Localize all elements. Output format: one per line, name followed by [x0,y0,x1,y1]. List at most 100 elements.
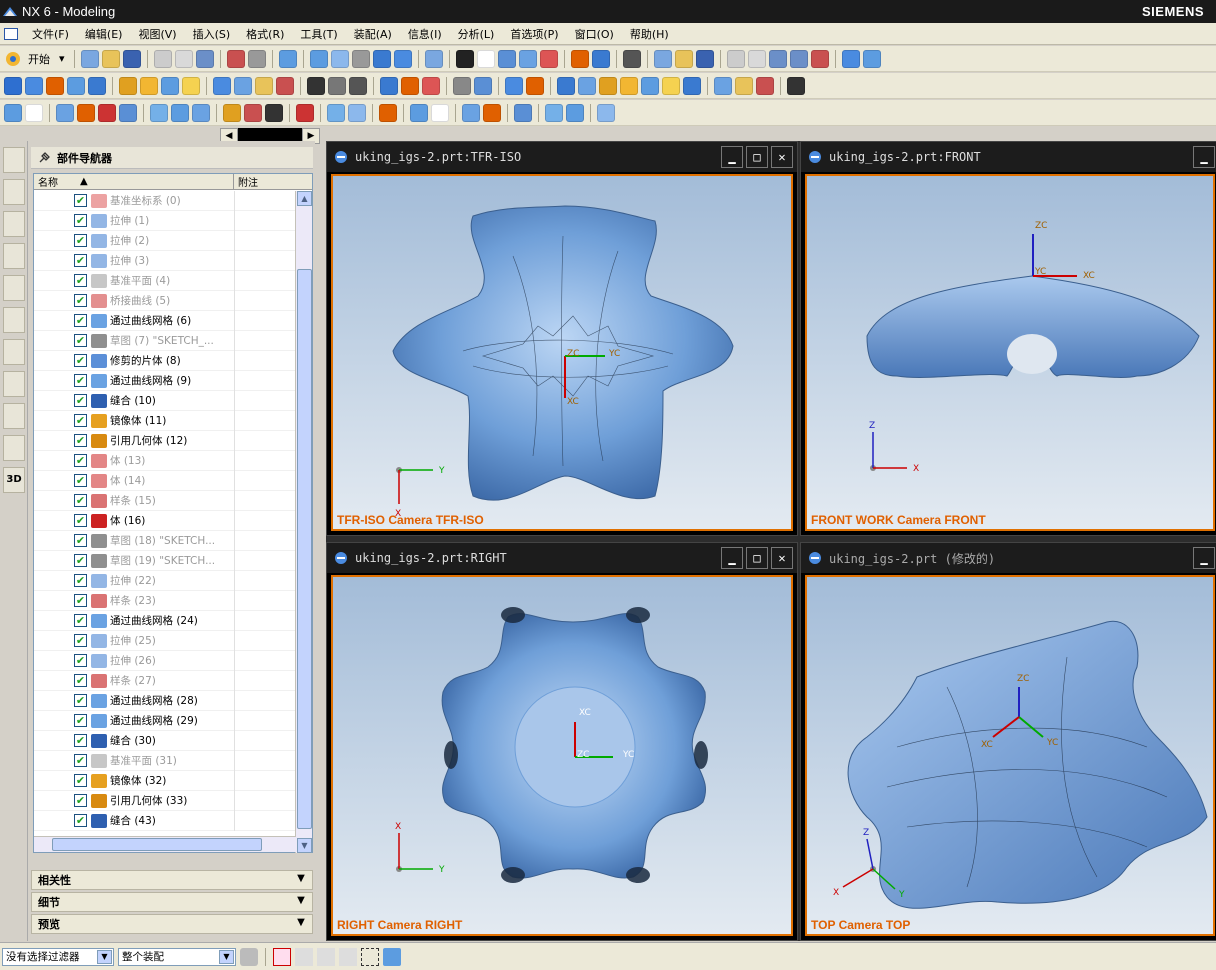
divide-curve-icon[interactable] [431,103,449,122]
sphere-icon[interactable] [182,76,200,95]
visibility-checkbox[interactable]: ✔ [74,734,87,747]
visibility-checkbox[interactable]: ✔ [74,494,87,507]
visibility-checkbox[interactable]: ✔ [74,754,87,767]
column-note-header[interactable]: 附注 [234,174,296,189]
swept-icon[interactable] [98,103,116,122]
hscroll-thumb[interactable] [52,838,262,851]
minimize-icon[interactable]: ▁ [721,146,743,168]
extract-geometry-icon[interactable] [296,103,314,122]
visibility-checkbox[interactable]: ✔ [74,594,87,607]
curve-icon[interactable] [768,49,787,68]
pin-icon[interactable] [37,151,51,165]
offset-surface-icon[interactable] [223,103,241,122]
select-faces-icon[interactable] [317,947,335,966]
visibility-checkbox[interactable]: ✔ [74,334,87,347]
text-icon[interactable] [641,76,659,95]
tree-row[interactable]: ✔ 通过曲线网格 (9) [34,371,296,391]
scroll-up-arrow-icon[interactable]: ▲ [297,191,312,206]
copy-icon[interactable] [174,49,193,68]
visibility-checkbox[interactable]: ✔ [74,514,87,527]
analysis-icon[interactable] [862,49,881,68]
chamfer-icon[interactable] [328,76,346,95]
undo-selection-icon[interactable] [295,947,313,966]
details-panel[interactable]: 细节 ▼ [31,892,313,912]
tree-row[interactable]: ✔ 拉伸 (22) [34,571,296,591]
menu-view[interactable]: 视图(V) [130,26,184,42]
reflection-icon[interactable] [545,103,563,122]
visibility-checkbox[interactable]: ✔ [74,554,87,567]
x-form-icon[interactable] [462,103,480,122]
palette-tab[interactable] [3,339,25,365]
new-file-icon[interactable] [80,49,99,68]
tree-row[interactable]: ✔ 基准平面 (4) [34,271,296,291]
boss-icon[interactable] [234,76,252,95]
part-navigator-tab[interactable] [3,179,25,205]
tree-row[interactable]: ✔ 缝合 (43) [34,811,296,831]
start-dropdown-icon[interactable]: ▾ [56,52,68,65]
select-rectangle-icon[interactable] [361,947,379,966]
visibility-checkbox[interactable]: ✔ [74,214,87,227]
maximize-icon[interactable]: □ [746,547,768,569]
paste-icon[interactable] [195,49,214,68]
visibility-checkbox[interactable]: ✔ [74,394,87,407]
sew-icon[interactable] [327,103,345,122]
menu-file[interactable]: 文件(F) [24,26,77,42]
filter-icon[interactable] [747,49,766,68]
selection-scope-select[interactable]: 整个装配 ▼ [118,947,236,966]
visibility-checkbox[interactable]: ✔ [74,674,87,687]
mirror-icon[interactable] [526,76,544,95]
tree-row[interactable]: ✔ 拉伸 (26) [34,651,296,671]
tree-row[interactable]: ✔ 样条 (27) [34,671,296,691]
tree-row[interactable]: ✔ 缝合 (30) [34,731,296,751]
orient-view-icon[interactable] [393,49,412,68]
tree-row[interactable]: ✔ 引用几何体 (12) [34,431,296,451]
dependencies-panel[interactable]: 相关性 ▼ [31,870,313,890]
visibility-checkbox[interactable]: ✔ [74,574,87,587]
trim-sheet-icon[interactable] [244,103,262,122]
surface-analysis-icon[interactable] [787,76,805,95]
line-icon[interactable] [810,49,829,68]
roles-tab[interactable] [3,403,25,429]
circle-icon[interactable] [599,76,617,95]
visibility-checkbox[interactable]: ✔ [74,694,87,707]
visibility-checkbox[interactable]: ✔ [74,374,87,387]
visibility-checkbox[interactable]: ✔ [74,194,87,207]
tree-row[interactable]: ✔ 镜像体 (32) [34,771,296,791]
3d-tab[interactable]: 3D [3,467,25,493]
tree-row[interactable]: ✔ 通过曲线网格 (28) [34,691,296,711]
subtract-icon[interactable] [401,76,419,95]
tree-row[interactable]: ✔ 通过曲线网格 (29) [34,711,296,731]
web-browser-tab[interactable] [3,243,25,269]
visibility-checkbox[interactable]: ✔ [74,534,87,547]
trim-body-icon[interactable] [474,76,492,95]
body-select-icon[interactable] [383,947,401,966]
save-icon[interactable] [122,49,141,68]
layer-icon[interactable] [622,49,641,68]
graphics-canvas[interactable]: XC ZC YC X Y RIGHT Camera RIGHT [331,575,793,936]
pan-icon[interactable] [351,49,370,68]
visibility-checkbox[interactable]: ✔ [74,614,87,627]
command-finder-icon[interactable] [278,49,297,68]
sketch-icon[interactable] [4,76,22,95]
visibility-checkbox[interactable]: ✔ [74,634,87,647]
shell-icon[interactable] [349,76,367,95]
chevron-down-icon[interactable]: ▼ [294,873,308,887]
line-icon[interactable] [557,76,575,95]
tree-row[interactable]: ✔ 拉伸 (3) [34,251,296,271]
graphics-canvas[interactable]: ZC YC XC Y X TFR-ISO Camera TFR-ISO [331,174,793,531]
through-curve-mesh-icon[interactable] [77,103,95,122]
menu-preferences[interactable]: 首选项(P) [502,26,566,42]
menu-edit[interactable]: 编辑(E) [77,26,131,42]
close-icon[interactable]: ✕ [771,146,793,168]
tree-row[interactable]: ✔ 样条 (23) [34,591,296,611]
reuse-library-tab[interactable] [3,307,25,333]
menu-window[interactable]: 窗口(O) [567,26,622,42]
tree-row[interactable]: ✔ 草图 (18) "SKETCH... [34,531,296,551]
trim-curve-icon[interactable] [410,103,428,122]
intersection-curve-icon[interactable] [756,76,774,95]
select-icon[interactable] [726,49,745,68]
tree-row[interactable]: ✔ 引用几何体 (33) [34,791,296,811]
i-form-icon[interactable] [483,103,501,122]
section-icon[interactable] [119,103,137,122]
menu-format[interactable]: 格式(R) [238,26,292,42]
